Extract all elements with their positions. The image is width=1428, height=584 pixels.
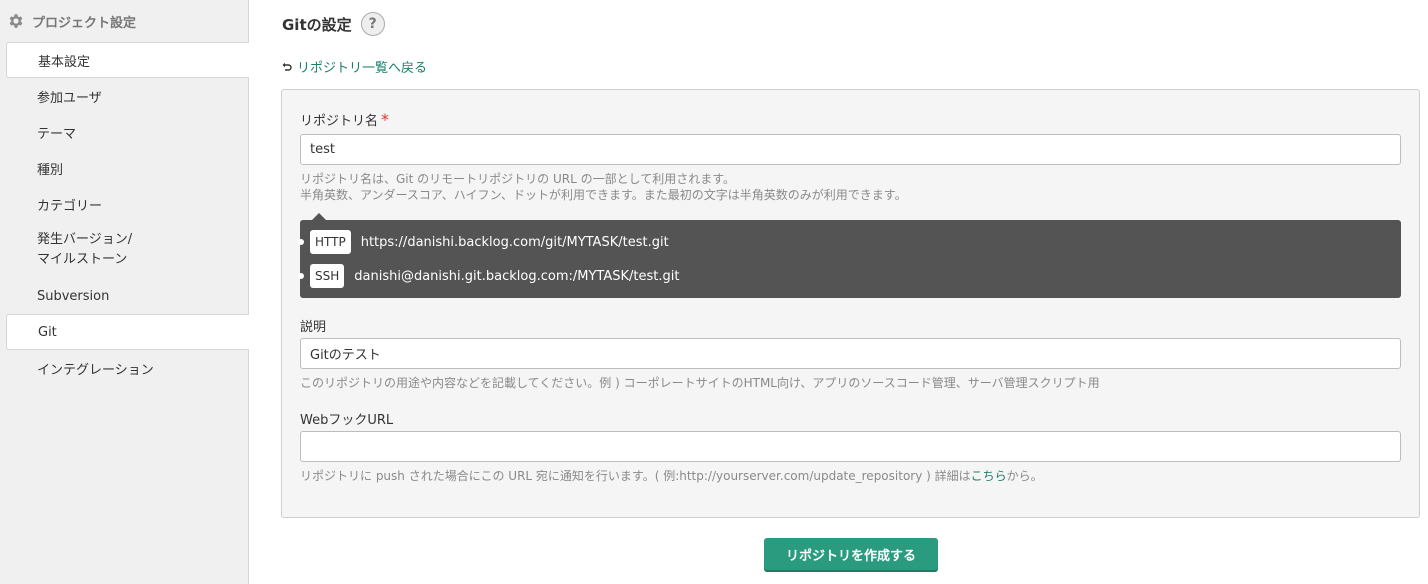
sidebar-item-label: 基本設定	[38, 54, 91, 70]
repo-name-input[interactable]	[300, 134, 1401, 165]
repo-name-help-line2: 半角英数、アンダースコア、ハイフン、ドットが利用できます。また最初の文字は半角英…	[300, 188, 907, 202]
http-badge: HTTP	[310, 230, 351, 254]
sidebar-item-label: 参加ユーザ	[37, 90, 102, 106]
webhook-help-suffix: から。	[1006, 469, 1043, 483]
repo-name-help: リポジトリ名は、Git のリモートリポジトリの URL の一部として利用されます…	[300, 171, 907, 203]
repo-name-label: リポジトリ名 *	[300, 110, 390, 130]
back-link-label: リポジトリ一覧へ戻る	[297, 61, 428, 76]
sidebar-item-label: 発生バージョン/ マイルストーン	[37, 230, 132, 270]
bullet-icon	[298, 273, 304, 279]
sidebar-item-issue-types[interactable]: 種別	[0, 150, 248, 186]
main-content: Gitの設定 ? リポジトリ一覧へ戻る リポジトリ名* リポジトリ名は、Git …	[249, 0, 1428, 584]
back-to-repositories-link[interactable]: リポジトリ一覧へ戻る	[282, 57, 427, 76]
bullet-icon	[298, 239, 304, 245]
webhook-details-link[interactable]: こちら	[971, 469, 1007, 483]
sidebar-item-versions-milestones[interactable]: 発生バージョン/ マイルストーン	[0, 222, 248, 278]
repo-name-help-line1: リポジトリ名は、Git のリモートリポジトリの URL の一部として利用されます…	[300, 172, 736, 186]
description-input[interactable]	[300, 338, 1401, 369]
ssh-badge: SSH	[310, 264, 345, 288]
sidebar-item-members[interactable]: 参加ユーザ	[0, 78, 248, 114]
help-icon[interactable]: ?	[360, 12, 385, 36]
sidebar-header: プロジェクト設定	[0, 0, 248, 42]
sidebar-item-basic-settings[interactable]: 基本設定	[6, 42, 249, 78]
webhook-url-input[interactable]	[300, 431, 1401, 462]
repository-url-box: HTTP https://danishi.backlog.com/git/MYT…	[298, 213, 1401, 298]
return-arrow-icon	[282, 62, 292, 71]
description-help: このリポジトリの用途や内容などを記載してください。例 ) コーポレートサイトのH…	[300, 376, 1100, 390]
description-label: 説明	[300, 320, 327, 335]
sidebar-item-label: テーマ	[37, 126, 77, 142]
sidebar-item-label-line2: マイルストーン	[37, 252, 128, 267]
http-url[interactable]: https://danishi.backlog.com/git/MYTASK/t…	[361, 235, 669, 250]
sidebar-item-theme[interactable]: テーマ	[0, 114, 248, 150]
webhook-help: リポジトリに push された場合にこの URL 宛に通知を行います。( 例:h…	[300, 468, 1043, 484]
repository-form-panel: リポジトリ名* リポジトリ名は、Git のリモートリポジトリの URL の一部と…	[281, 89, 1420, 518]
sidebar-item-label: インテグレーション	[37, 362, 154, 378]
ssh-url-row: SSH danishi@danishi.git.backlog.com:/MYT…	[298, 264, 679, 288]
page-title: Gitの設定	[282, 15, 352, 34]
sidebar-item-subversion[interactable]: Subversion	[0, 278, 248, 314]
sidebar-item-categories[interactable]: カテゴリー	[0, 186, 248, 222]
create-repository-button[interactable]: リポジトリを作成する	[764, 538, 938, 570]
sidebar-item-label: カテゴリー	[37, 198, 103, 214]
sidebar-item-label: Git	[38, 324, 57, 340]
repo-name-label-text: リポジトリ名	[300, 114, 379, 129]
sidebar: プロジェクト設定 基本設定 参加ユーザ テーマ 種別 カテゴリー 発生バージョン…	[0, 0, 249, 584]
gear-icon	[9, 14, 23, 28]
sidebar-item-label: Subversion	[37, 288, 110, 304]
sidebar-item-git[interactable]: Git	[6, 314, 249, 350]
sidebar-item-label: 種別	[37, 162, 64, 178]
sidebar-header-label: プロジェクト設定	[32, 15, 137, 31]
sidebar-item-label-line1: 発生バージョン/	[37, 232, 133, 247]
required-mark: *	[381, 110, 390, 129]
webhook-label: WebフックURL	[300, 413, 394, 428]
page-title-row: Gitの設定 ?	[282, 12, 385, 36]
ssh-url[interactable]: danishi@danishi.git.backlog.com:/MYTASK/…	[354, 269, 679, 284]
sidebar-item-integrations[interactable]: インテグレーション	[0, 350, 248, 386]
webhook-help-text: リポジトリに push された場合にこの URL 宛に通知を行います。( 例:h…	[300, 469, 971, 483]
http-url-row: HTTP https://danishi.backlog.com/git/MYT…	[298, 230, 669, 254]
